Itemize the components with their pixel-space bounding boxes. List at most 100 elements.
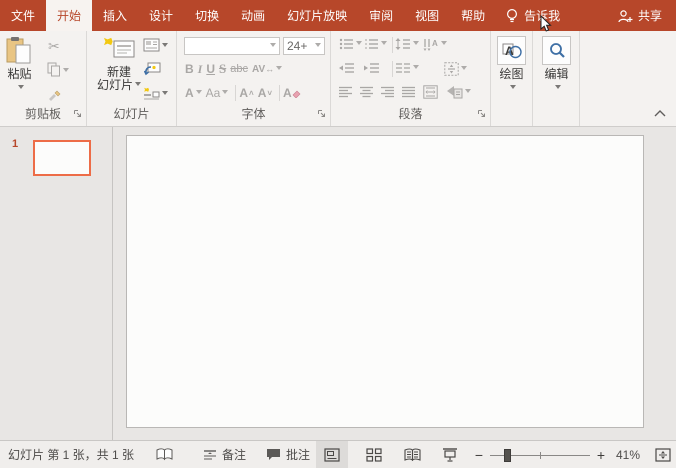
line-spacing-button[interactable] bbox=[395, 38, 419, 50]
grow-font-button[interactable]: A bbox=[239, 86, 253, 100]
tab-home[interactable]: 开始 bbox=[46, 0, 93, 31]
tab-slideshow[interactable]: 幻灯片放映 bbox=[276, 0, 358, 31]
zoom-level[interactable]: 41% bbox=[612, 448, 640, 462]
tab-insert[interactable]: 插入 bbox=[92, 0, 138, 31]
dropdown-arrow-icon bbox=[135, 82, 142, 89]
paste-label: 粘贴 bbox=[7, 67, 32, 81]
new-slide-button[interactable]: 新建 幻灯片 bbox=[97, 37, 142, 92]
paste-button[interactable]: 粘贴 bbox=[6, 36, 33, 92]
comments-button[interactable]: 批注 bbox=[260, 441, 316, 468]
tab-label: 审阅 bbox=[369, 9, 394, 23]
convert-smartart-button[interactable] bbox=[446, 85, 471, 99]
align-text-button[interactable] bbox=[444, 62, 467, 76]
tab-label: 幻灯片放映 bbox=[287, 9, 348, 23]
tab-label: 动画 bbox=[241, 9, 266, 23]
workspace: 1 bbox=[0, 127, 676, 440]
change-case-button[interactable]: Aa bbox=[206, 86, 229, 100]
slide-number: 1 bbox=[12, 138, 19, 150]
zoom-slider[interactable] bbox=[490, 448, 590, 462]
tab-animations[interactable]: 动画 bbox=[230, 0, 276, 31]
grow-font-label: A bbox=[239, 86, 249, 100]
tell-me-button[interactable]: 告诉我 bbox=[496, 0, 570, 31]
columns-button[interactable] bbox=[395, 62, 419, 74]
powerpoint-window: 文件 开始 插入 设计 切换 动画 幻灯片放映 审阅 视图 帮助 告诉我 共享 bbox=[0, 0, 676, 468]
columns-icon bbox=[396, 63, 410, 73]
distribute-columns-button[interactable] bbox=[423, 85, 438, 99]
normal-view-button[interactable] bbox=[316, 441, 349, 468]
bold-button[interactable]: B bbox=[185, 62, 194, 76]
font-name-combo[interactable] bbox=[184, 37, 280, 55]
tab-file[interactable]: 文件 bbox=[0, 0, 46, 31]
notes-button[interactable]: 备注 bbox=[197, 441, 252, 468]
paragraph-dialog-launcher[interactable] bbox=[477, 107, 486, 121]
zoom-slider-thumb[interactable] bbox=[504, 448, 511, 462]
dropdown-arrow-icon bbox=[509, 85, 516, 92]
tab-transitions[interactable]: 切换 bbox=[184, 0, 230, 31]
dropdown-arrow-icon bbox=[381, 40, 387, 48]
fit-to-window-button[interactable] bbox=[650, 447, 676, 462]
text-direction-button[interactable]: A bbox=[423, 38, 447, 51]
font-style-row: B I U S abc AV ↔ bbox=[185, 61, 286, 77]
clear-formatting-label: A bbox=[283, 86, 292, 100]
decrease-indent-button[interactable] bbox=[339, 62, 355, 74]
tab-view[interactable]: 视图 bbox=[404, 0, 450, 31]
tab-help[interactable]: 帮助 bbox=[450, 0, 496, 31]
tab-label: 设计 bbox=[149, 9, 174, 23]
dropdown-arrow-icon bbox=[162, 43, 168, 50]
share-label: 共享 bbox=[637, 9, 662, 23]
clear-formatting-button[interactable]: A bbox=[283, 86, 301, 100]
cut-button[interactable]: ✂ bbox=[48, 38, 60, 55]
reset-slide-button[interactable] bbox=[143, 62, 161, 81]
character-spacing-button[interactable]: AV ↔ bbox=[252, 64, 283, 75]
reading-view-icon bbox=[403, 448, 421, 461]
font-color-button[interactable]: A bbox=[185, 86, 202, 100]
change-case-label: Aa bbox=[205, 86, 221, 100]
copy-icon bbox=[47, 62, 61, 80]
format-painter-button[interactable] bbox=[47, 86, 62, 104]
decrease-indent-icon bbox=[339, 63, 354, 73]
numbering-button[interactable] bbox=[364, 38, 387, 50]
italic-button[interactable]: I bbox=[198, 62, 203, 77]
align-center-button[interactable] bbox=[360, 86, 374, 98]
copy-button[interactable] bbox=[47, 62, 69, 80]
dropdown-arrow-icon bbox=[17, 85, 24, 92]
editing-button[interactable]: 编辑 bbox=[542, 36, 571, 92]
drawing-button[interactable]: A 绘图 bbox=[497, 36, 526, 92]
bullets-button[interactable] bbox=[339, 38, 362, 50]
tab-design[interactable]: 设计 bbox=[138, 0, 184, 31]
slideshow-view-button[interactable] bbox=[434, 441, 466, 468]
person-add-icon bbox=[618, 9, 633, 23]
zoom-controls: 41% bbox=[474, 447, 676, 463]
slide-thumbnail[interactable] bbox=[33, 140, 91, 176]
spell-check-button[interactable] bbox=[150, 441, 179, 468]
ribbon: 粘贴 ✂ 剪贴板 新建 幻灯片 幻灯片 24+ B I U S abc AV ↔… bbox=[0, 31, 676, 127]
zoom-out-button[interactable] bbox=[474, 447, 484, 463]
tab-review[interactable]: 审阅 bbox=[358, 0, 404, 31]
slide-sorter-view-button[interactable] bbox=[358, 441, 390, 468]
strikethrough-button[interactable]: abc bbox=[230, 63, 248, 75]
new-slide-icon bbox=[103, 37, 135, 66]
font-dialog-launcher[interactable] bbox=[317, 107, 326, 121]
share-button[interactable]: 共享 bbox=[604, 0, 676, 31]
align-left-button[interactable] bbox=[339, 86, 353, 98]
font-color-row: A Aa A A A bbox=[185, 85, 305, 101]
slide-canvas[interactable] bbox=[126, 135, 644, 428]
slide-layout-button[interactable] bbox=[143, 38, 168, 55]
increase-indent-button[interactable] bbox=[364, 62, 380, 74]
comments-label: 批注 bbox=[286, 448, 311, 462]
font-size-combo[interactable]: 24+ bbox=[283, 37, 325, 55]
section-button[interactable] bbox=[143, 86, 168, 103]
shrink-font-button[interactable]: A bbox=[258, 86, 272, 100]
underline-button[interactable]: U bbox=[206, 62, 215, 76]
reading-view-button[interactable] bbox=[396, 441, 428, 468]
zoom-in-button[interactable] bbox=[596, 447, 606, 463]
dropdown-arrow-icon bbox=[315, 42, 321, 50]
spell-check-icon bbox=[156, 448, 173, 461]
text-shadow-button[interactable]: S bbox=[219, 61, 226, 77]
comments-icon bbox=[267, 449, 281, 460]
eraser-icon bbox=[292, 90, 301, 98]
justify-button[interactable] bbox=[402, 86, 416, 98]
clipboard-dialog-launcher[interactable] bbox=[73, 107, 82, 121]
align-right-button[interactable] bbox=[381, 86, 395, 98]
collapse-ribbon-button[interactable] bbox=[654, 106, 666, 120]
